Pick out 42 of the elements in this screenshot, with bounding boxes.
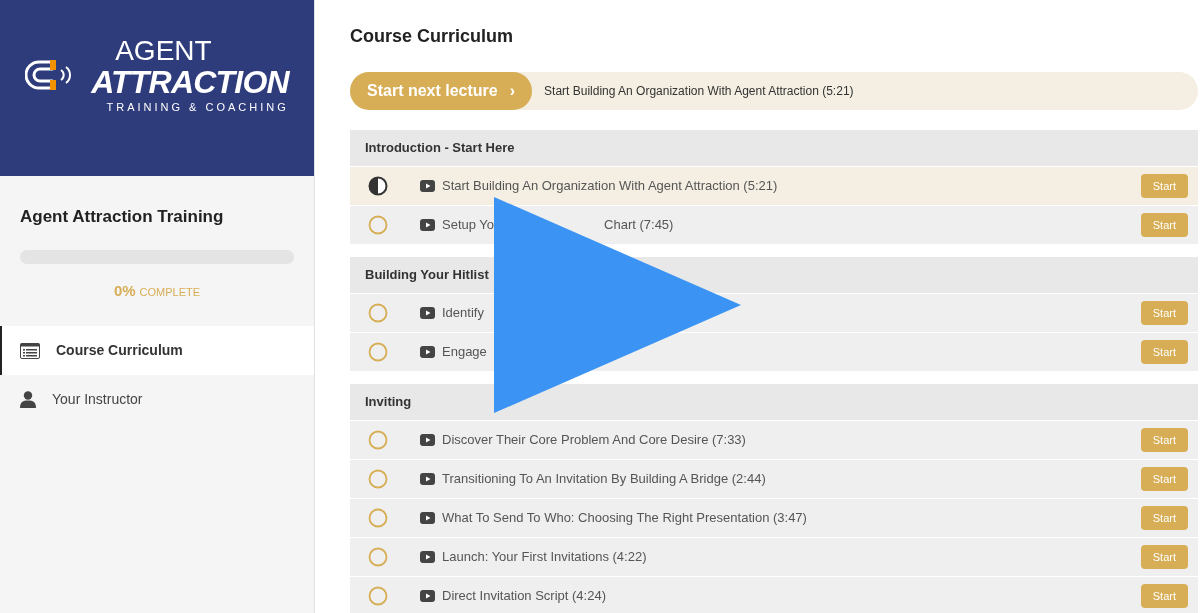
logo-tagline: TRAINING & COACHING — [106, 99, 289, 115]
lecture-row[interactable]: Launch: Your First Invitations (4:22) Start — [350, 538, 1198, 577]
lecture-title: Engage — [442, 343, 487, 362]
lecture-title: Setup Yo — [442, 216, 495, 235]
lecture-title: Start Building An Organization With Agent Attraction (5:21) — [442, 177, 778, 196]
lecture-title: Discover Their Core Problem And Core Desire (7:33) — [442, 431, 746, 450]
section-title: Inviting — [365, 393, 412, 412]
lecture-row[interactable]: Start Building An Organization With Agent Attraction (5:21) Start — [350, 167, 1198, 206]
lecture-row[interactable]: Setup Yo Chart (7:45) Start — [350, 206, 1198, 245]
list-icon — [20, 342, 40, 359]
lecture-title: Launch: Your First Invitations (4:22) — [442, 548, 647, 567]
lecture-row[interactable]: Direct Invitation Script (4:24) Start — [350, 577, 1198, 613]
video-icon — [420, 434, 435, 446]
video-icon — [420, 473, 435, 485]
video-icon — [420, 346, 435, 358]
sidebar-nav-item[interactable]: Your Instructor — [0, 375, 314, 424]
logo-text: AGENT — [114, 36, 212, 65]
progress-percent: 0% — [113, 280, 136, 301]
next-lecture-title: Start Building An Organization With Agent Attraction (5:21) — [544, 83, 854, 100]
video-icon — [420, 307, 435, 319]
lecture-title: What To Send To Who: Choosing The Right Presentation (3:47) — [442, 509, 807, 528]
course-title: Agent Attraction Training — [20, 206, 225, 228]
video-icon — [420, 512, 435, 524]
page-title: Course Curriculum — [350, 25, 515, 48]
video-icon — [420, 551, 435, 563]
section-title: Introduction - Start Here — [365, 139, 515, 158]
sidebar-nav-item[interactable]: Course Curriculum — [0, 326, 314, 375]
lecture-title: Transitioning To An Invitation By Building A Bridge (2:44) — [442, 470, 766, 489]
video-icon — [420, 219, 435, 231]
lecture-title: Direct Invitation Script (4:24) — [442, 587, 606, 606]
lecture-row[interactable]: What To Send To Who: Choosing The Right Presentation (3:47) Start — [350, 499, 1198, 538]
person-icon — [20, 391, 36, 408]
section-title: Building Your Hitlist — [365, 266, 489, 285]
progress-label: COMPLETE — [139, 284, 201, 300]
logo-text: ATTRACTION — [91, 64, 289, 99]
play-button-overlay[interactable] — [494, 197, 742, 414]
lecture-title: Identify — [442, 304, 484, 323]
lecture-title: Chart (7:45) — [604, 216, 674, 235]
video-icon — [420, 180, 435, 192]
video-icon — [420, 590, 435, 602]
lecture-row[interactable]: Discover Their Core Problem And Core Desire (7:33) Start — [350, 421, 1198, 460]
lecture-row[interactable]: Transitioning To An Invitation By Building A Bridge (2:44) Start — [350, 460, 1198, 499]
